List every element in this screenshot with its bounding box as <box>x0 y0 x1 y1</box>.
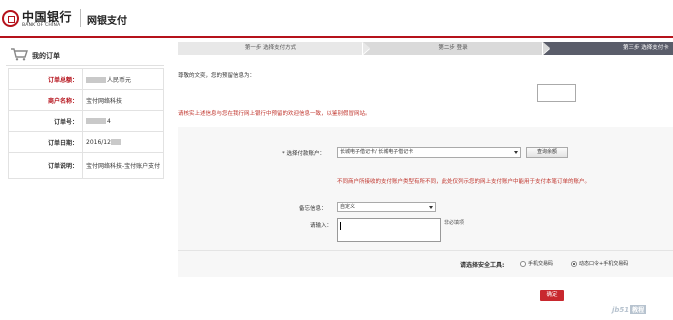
reserved-info-warning: 请核实上述信息与您在我行网上银行中预留的欢迎信息一致，以鉴别假冒网站。 <box>178 111 371 117</box>
step-arrow <box>543 42 550 54</box>
security-radio-sms[interactable] <box>520 261 526 267</box>
reserved-info-box <box>537 84 576 102</box>
memo-select[interactable]: 自定义 <box>337 202 436 212</box>
order-date-label: 订单日期： <box>8 131 83 153</box>
header-accent-line <box>0 36 673 38</box>
watermark-tag: 教程 <box>630 305 647 314</box>
chevron-down-icon <box>429 206 433 209</box>
watermark: jb51 教程 <box>612 305 647 314</box>
order-row-number: 订单号： 4 <box>8 110 164 132</box>
order-desc-value: 宝付网络科技-宝付账户支付 <box>82 152 164 179</box>
security-option-sms: 手机交易码 <box>528 261 554 267</box>
redacted-block <box>86 118 106 124</box>
security-radio-token-sms[interactable] <box>571 261 577 267</box>
redacted-block <box>110 139 121 145</box>
order-row-desc: 订单说明： 宝付网络科技-宝付账户支付 <box>8 152 164 179</box>
chevron-down-icon <box>514 151 518 154</box>
step-1: 第一步 选择支付方式 <box>178 42 363 55</box>
order-sidebar-title: 我的订单 <box>32 52 60 60</box>
account-select-value: 长城电子借记卡/ 长城电子借记卡 <box>340 149 414 155</box>
order-sidebar: 我的订单 订单总额： 人民币元 商户名称： 宝付网络科技 订单号： 4 订单日期… <box>6 42 164 179</box>
step-3-active: 第三步 选择支付卡 <box>543 42 673 55</box>
boc-logo-icon <box>2 10 19 27</box>
bank-name-en: BANK OF CHINA <box>22 23 61 28</box>
panel-divider <box>178 250 673 251</box>
memo-select-value: 自定义 <box>340 204 356 210</box>
account-select[interactable]: 长城电子借记卡/ 长城电子借记卡 <box>337 147 521 158</box>
order-date-value: 2016/12 <box>86 138 111 146</box>
order-amount-label: 订单总额： <box>8 68 83 90</box>
payment-steps: 第一步 选择支付方式 第二步 登录 第三步 选择支付卡 <box>178 41 673 56</box>
order-sidebar-header: 我的订单 <box>6 42 164 66</box>
watermark-text: jb51 <box>612 306 630 314</box>
order-row-merchant: 商户名称： 宝付网络科技 <box>8 89 164 111</box>
account-warning: 不同商户所接收的支付账户类型有所不同，此处仅列示您的网上支付账户中能用于支付本笔… <box>337 179 591 185</box>
app-title: 网银支付 <box>87 16 127 27</box>
order-desc-label: 订单说明： <box>8 152 83 179</box>
text-cursor <box>340 222 341 230</box>
order-details-table: 订单总额： 人民币元 商户名称： 宝付网络科技 订单号： 4 订单日期： 201… <box>8 68 164 179</box>
redacted-block <box>86 77 106 83</box>
order-row-amount: 订单总额： 人民币元 <box>8 68 164 90</box>
greeting-text: 尊敬的文奕，您的预留信息为： <box>178 73 256 79</box>
step-2: 第二步 登录 <box>363 42 543 55</box>
security-option-token-sms: 动态口令+手机交易码 <box>579 261 629 267</box>
bank-logo[interactable]: 中国银行 BANK OF CHINA <box>2 8 76 30</box>
query-balance-button[interactable]: 查询余额 <box>526 147 568 158</box>
shopping-cart-icon <box>11 48 28 61</box>
header-divider <box>80 9 81 27</box>
confirm-button[interactable]: 确定 <box>540 290 564 301</box>
account-label: * 选择付款账户： <box>282 151 325 157</box>
page-header: 中国银行 BANK OF CHINA 网银支付 <box>0 0 673 36</box>
order-amount-value: 人民币元 <box>107 76 132 84</box>
order-number-label: 订单号： <box>8 110 83 132</box>
memo-textarea[interactable] <box>337 218 441 242</box>
order-number-value: 4 <box>107 117 111 125</box>
memo-optional-hint: 非必填项 <box>444 220 465 226</box>
merchant-label: 商户名称： <box>8 89 83 111</box>
memo-input-label: 请输入： <box>310 223 333 229</box>
order-row-date: 订单日期： 2016/12 <box>8 131 164 153</box>
security-tool-label: 请选择安全工具: <box>460 262 505 269</box>
step-arrow <box>363 42 370 54</box>
memo-label: 备忘信息： <box>299 206 327 212</box>
merchant-value: 宝付网络科技 <box>82 89 164 111</box>
